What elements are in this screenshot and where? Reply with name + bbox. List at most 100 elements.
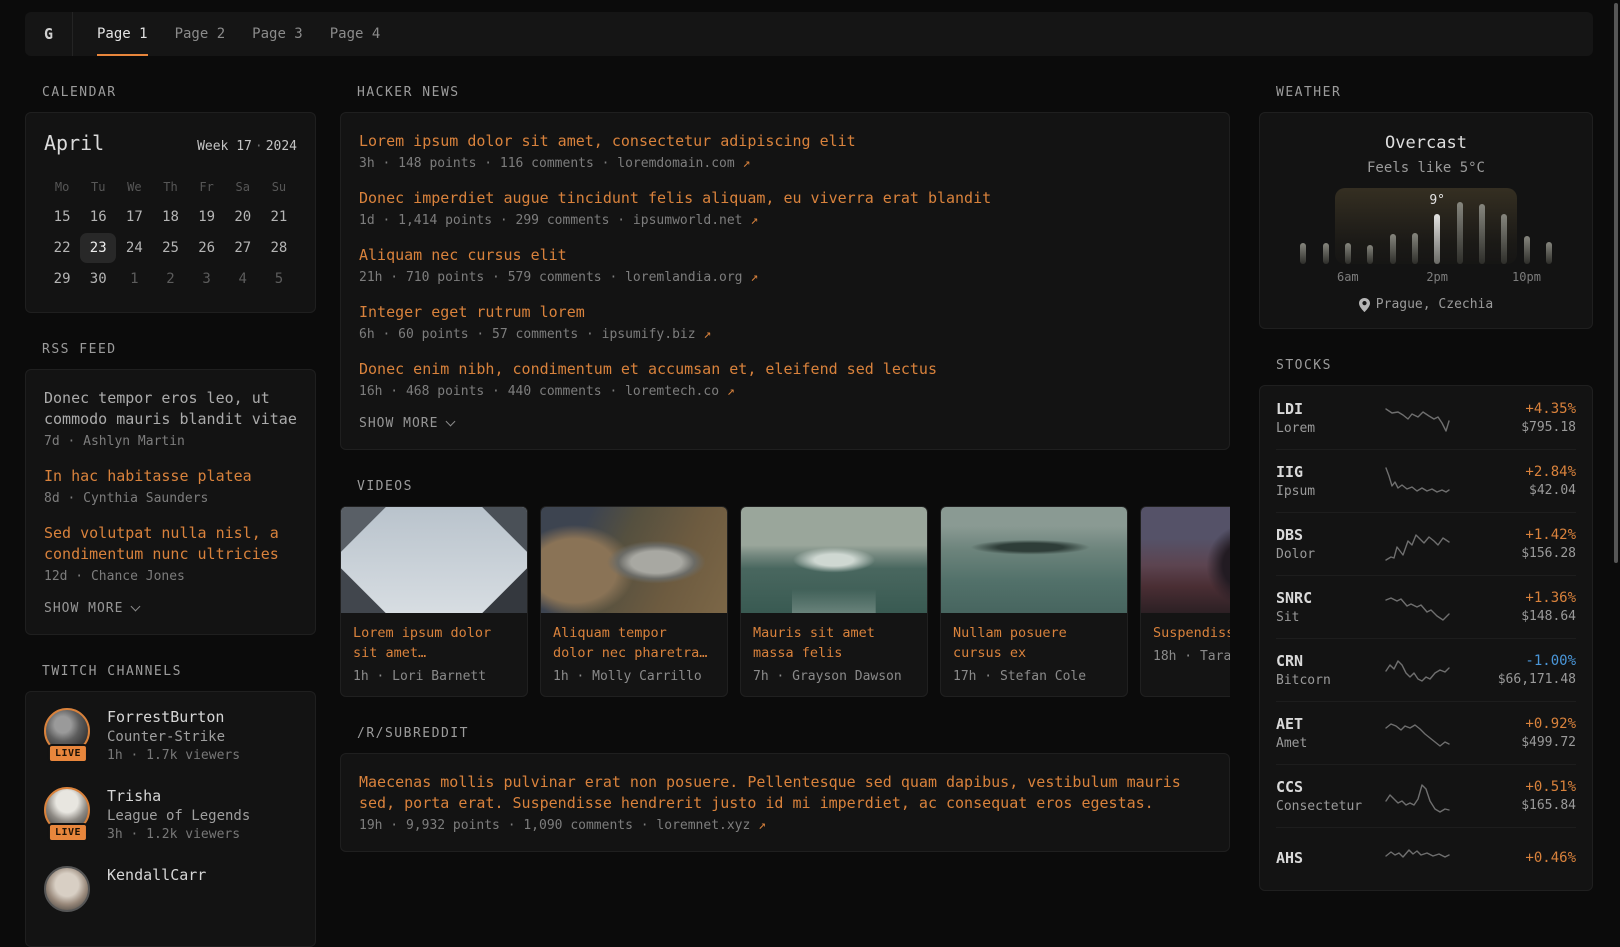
- nav-tab[interactable]: Page 4: [330, 12, 381, 56]
- calendar-day[interactable]: 3: [189, 264, 225, 294]
- weather-bar-current: [1434, 214, 1440, 264]
- calendar-day[interactable]: 22: [44, 233, 80, 263]
- rss-item-title-link[interactable]: In hac habitasse platea: [44, 466, 297, 487]
- weather-widget: Overcast Feels like 5°C 9°6am2pm10pm Pra…: [1259, 112, 1593, 329]
- video-card[interactable]: Lorem ipsum dolor sit amet consectetu… 1…: [340, 506, 528, 697]
- stock-row[interactable]: AHS +0.46%: [1276, 827, 1576, 890]
- stock-values: +0.92% $499.72: [1456, 716, 1576, 750]
- stock-change: -1.00%: [1456, 653, 1576, 669]
- twitch-channel-info: Trisha League of Legends 3h · 1.2k viewe…: [107, 787, 250, 851]
- calendar-day[interactable]: 18: [152, 202, 188, 232]
- twitch-channel-row[interactable]: LIVE ForrestBurton Counter-Strike 1h · 1…: [44, 708, 297, 772]
- stock-ticker: IIG: [1276, 463, 1380, 481]
- stock-ticker: SNRC: [1276, 589, 1380, 607]
- hackernews-widget: Lorem ipsum dolor sit amet, consectetur …: [340, 112, 1230, 450]
- calendar-day-header: Th: [152, 173, 188, 201]
- calendar-day[interactable]: 29: [44, 264, 80, 294]
- stock-row[interactable]: CRN Bitcorn -1.00% $66,171.48: [1276, 638, 1576, 701]
- stock-price: $66,171.48: [1456, 672, 1576, 687]
- calendar-day-selected[interactable]: 23: [80, 233, 116, 263]
- twitch-avatar-wrap: LIVE: [44, 708, 92, 772]
- stock-values: +1.36% $148.64: [1456, 590, 1576, 624]
- calendar-day[interactable]: 16: [80, 202, 116, 232]
- calendar-header: April Week 17·2024: [44, 131, 297, 155]
- nav-tab[interactable]: Page 1: [97, 12, 148, 56]
- weather-bar: [1412, 233, 1418, 264]
- calendar-day[interactable]: 1: [116, 264, 152, 294]
- chevron-down-icon: [446, 417, 456, 427]
- rss-section-title: RSS FEED: [42, 342, 316, 357]
- stock-row[interactable]: SNRC Sit +1.36% $148.64: [1276, 575, 1576, 638]
- weather-section-title: WEATHER: [1276, 85, 1593, 100]
- calendar-day[interactable]: 26: [189, 233, 225, 263]
- hackernews-item-title-link[interactable]: Integer eget rutrum lorem: [359, 302, 1211, 323]
- weather-bar: [1457, 202, 1463, 264]
- stock-row[interactable]: IIG Ipsum +2.84% $42.04: [1276, 449, 1576, 512]
- calendar-day[interactable]: 25: [152, 233, 188, 263]
- rss-item-title-link[interactable]: Donec tempor eros leo, ut commodo mauris…: [44, 388, 297, 430]
- stock-sparkline: [1380, 652, 1456, 688]
- stock-id: SNRC Sit: [1276, 589, 1380, 625]
- stock-name: Amet: [1276, 736, 1380, 751]
- video-card[interactable]: Suspendisse diam 18h · Tara: [1140, 506, 1230, 697]
- stock-row[interactable]: CCS Consectetur +0.51% $165.84: [1276, 764, 1576, 827]
- rss-item-title-link[interactable]: Sed volutpat nulla nisl, a condimentum n…: [44, 523, 297, 565]
- video-card-body: Lorem ipsum dolor sit amet consectetu… 1…: [341, 613, 527, 696]
- calendar-day[interactable]: 27: [225, 233, 261, 263]
- stock-row[interactable]: DBS Dolor +1.42% $156.28: [1276, 512, 1576, 575]
- calendar-day[interactable]: 30: [80, 264, 116, 294]
- external-link-arrow-icon: ↗: [743, 156, 751, 171]
- hackernews-item-title-link[interactable]: Aliquam nec cursus elit: [359, 245, 1211, 266]
- video-card[interactable]: Mauris sit amet massa felis 7h · Grayson…: [740, 506, 928, 697]
- calendar-day[interactable]: 4: [225, 264, 261, 294]
- stock-row[interactable]: AET Amet +0.92% $499.72: [1276, 701, 1576, 764]
- stock-price: $795.18: [1456, 420, 1576, 435]
- calendar-day-header: Sa: [225, 173, 261, 201]
- weather-bar: [1524, 236, 1530, 264]
- feed-item-meta-text: 12d · Chance Jones: [44, 569, 185, 584]
- calendar-day[interactable]: 5: [261, 264, 297, 294]
- twitch-channel-meta: 3h · 1.2k viewers: [107, 827, 250, 842]
- subreddit-post-title-link[interactable]: Maecenas mollis pulvinar erat non posuer…: [359, 772, 1211, 814]
- hackernews-item-title-link[interactable]: Donec enim nibh, condimentum et accumsan…: [359, 359, 1211, 380]
- stock-id: LDI Lorem: [1276, 400, 1380, 436]
- video-card-body: Suspendisse diam 18h · Tara: [1141, 613, 1230, 676]
- nav-tab[interactable]: Page 3: [252, 12, 303, 56]
- rss-show-more-button[interactable]: SHOW MORE: [44, 601, 297, 616]
- calendar-day[interactable]: 2: [152, 264, 188, 294]
- twitch-channel-row[interactable]: KendallCarr: [44, 866, 297, 930]
- feed-item-meta-text: 3h · 148 points · 116 comments · loremdo…: [359, 156, 743, 171]
- stock-ticker: AET: [1276, 715, 1380, 733]
- nav-tab[interactable]: Page 2: [175, 12, 226, 56]
- feed-item-meta: 19h · 9,932 points · 1,090 comments · lo…: [359, 818, 1211, 833]
- calendar-day[interactable]: 20: [225, 202, 261, 232]
- stock-change: +2.84%: [1456, 464, 1576, 480]
- twitch-section-title: TWITCH CHANNELS: [42, 664, 316, 679]
- weather-axis-label: 10pm: [1512, 270, 1541, 284]
- video-card[interactable]: Nullam posuere cursus ex 17h · Stefan Co…: [940, 506, 1128, 697]
- stock-row[interactable]: LDI Lorem +4.35% $795.18: [1276, 386, 1576, 449]
- twitch-channel-game: Counter-Strike: [107, 729, 240, 745]
- weather-axis-label: 6am: [1337, 270, 1359, 284]
- calendar-day[interactable]: 17: [116, 202, 152, 232]
- hackernews-item-title-link[interactable]: Lorem ipsum dolor sit amet, consectetur …: [359, 131, 1211, 152]
- stock-price: $499.72: [1456, 735, 1576, 750]
- hackernews-show-more-button[interactable]: SHOW MORE: [359, 416, 1211, 431]
- calendar-day[interactable]: 21: [261, 202, 297, 232]
- page-scrollbar-thumb[interactable]: [1614, 3, 1618, 563]
- calendar-day[interactable]: 19: [189, 202, 225, 232]
- hackernews-item-title-link[interactable]: Donec imperdiet augue tincidunt felis al…: [359, 188, 1211, 209]
- external-link-arrow-icon: ↗: [758, 818, 766, 833]
- stock-price: $42.04: [1456, 483, 1576, 498]
- calendar-day[interactable]: 24: [116, 233, 152, 263]
- feed-item-meta: 12d · Chance Jones: [44, 569, 297, 584]
- subreddit-section-title: /R/SUBREDDIT: [357, 726, 1230, 741]
- video-card[interactable]: Aliquam tempor dolor nec pharetra… 1h · …: [540, 506, 728, 697]
- feed-item-meta-text: 16h · 468 points · 440 comments · loremt…: [359, 384, 727, 399]
- twitch-channel-row[interactable]: LIVE Trisha League of Legends 3h · 1.2k …: [44, 787, 297, 851]
- stock-values: +2.84% $42.04: [1456, 464, 1576, 498]
- calendar-day[interactable]: 28: [261, 233, 297, 263]
- calendar-day[interactable]: 15: [44, 202, 80, 232]
- feed-item: Integer eget rutrum lorem 6h · 60 points…: [359, 302, 1211, 342]
- stock-values: -1.00% $66,171.48: [1456, 653, 1576, 687]
